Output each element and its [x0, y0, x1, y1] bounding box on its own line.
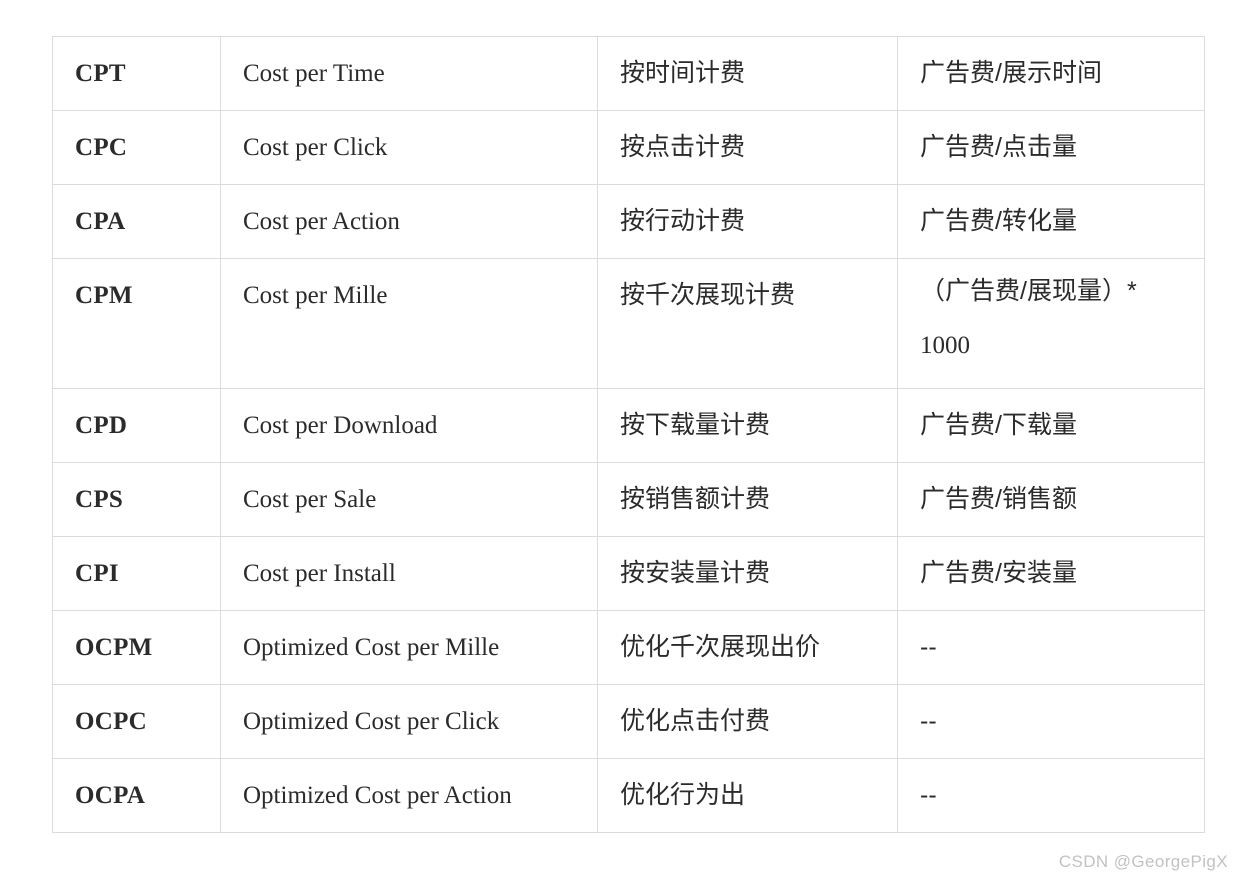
table-row: CPM Cost per Mille 按千次展现计费 （广告费/展现量）* 10… — [52, 258, 1205, 389]
cell-formula: 广告费/下载量 — [897, 388, 1205, 463]
cell-chinese-name: 优化点击付费 — [597, 684, 898, 759]
cell-formula: -- — [897, 610, 1205, 685]
cell-full-name: Cost per Click — [220, 110, 598, 185]
cell-full-name: Cost per Time — [220, 36, 598, 111]
cell-formula: （广告费/展现量）* 1000 — [897, 258, 1205, 389]
table-row: CPD Cost per Download 按下载量计费 广告费/下载量 — [52, 388, 1205, 463]
cell-full-name: Optimized Cost per Mille — [220, 610, 598, 685]
table-body: CPT Cost per Time 按时间计费 广告费/展示时间 CPC Cos… — [52, 36, 1205, 833]
cell-abbr: OCPM — [52, 610, 221, 685]
watermark: CSDN @GeorgePigX — [1058, 852, 1228, 871]
cell-full-name: Optimized Cost per Click — [220, 684, 598, 759]
cell-abbr: CPD — [52, 388, 221, 463]
table-row: CPT Cost per Time 按时间计费 广告费/展示时间 — [52, 36, 1205, 111]
cell-abbr: CPT — [52, 36, 221, 111]
cell-abbr: CPS — [52, 462, 221, 537]
table-row: CPI Cost per Install 按安装量计费 广告费/安装量 — [52, 536, 1205, 611]
formula-line-2: 1000 — [920, 331, 970, 359]
table-row: OCPA Optimized Cost per Action 优化行为出 -- — [52, 758, 1205, 833]
table-row: CPC Cost per Click 按点击计费 广告费/点击量 — [52, 110, 1205, 185]
cell-abbr: CPA — [52, 184, 221, 259]
formula-line-1: （广告费/展现量）* — [920, 277, 1137, 305]
cell-abbr: CPI — [52, 536, 221, 611]
cell-full-name: Optimized Cost per Action — [220, 758, 598, 833]
table-row: OCPM Optimized Cost per Mille 优化千次展现出价 -… — [52, 610, 1205, 685]
table-row: CPA Cost per Action 按行动计费 广告费/转化量 — [52, 184, 1205, 259]
cell-formula: 广告费/转化量 — [897, 184, 1205, 259]
cell-chinese-name: 按点击计费 — [597, 110, 898, 185]
cell-abbr: OCPC — [52, 684, 221, 759]
cell-chinese-name: 优化千次展现出价 — [597, 610, 898, 685]
cell-abbr: OCPA — [52, 758, 221, 833]
table-row: OCPC Optimized Cost per Click 优化点击付费 -- — [52, 684, 1205, 759]
cell-abbr: CPC — [52, 110, 221, 185]
table-row: CPS Cost per Sale 按销售额计费 广告费/销售额 — [52, 462, 1205, 537]
cell-chinese-name: 按时间计费 — [597, 36, 898, 111]
cell-formula: 广告费/安装量 — [897, 536, 1205, 611]
cell-chinese-name: 按千次展现计费 — [597, 258, 898, 389]
cell-formula: 广告费/点击量 — [897, 110, 1205, 185]
cell-abbr: CPM — [52, 258, 221, 389]
cell-full-name: Cost per Install — [220, 536, 598, 611]
cell-chinese-name: 优化行为出 — [597, 758, 898, 833]
cell-chinese-name: 按行动计费 — [597, 184, 898, 259]
cell-formula: 广告费/展示时间 — [897, 36, 1205, 111]
cell-chinese-name: 按下载量计费 — [597, 388, 898, 463]
billing-models-table: CPT Cost per Time 按时间计费 广告费/展示时间 CPC Cos… — [52, 36, 1205, 833]
cell-formula: -- — [897, 684, 1205, 759]
cell-formula: -- — [897, 758, 1205, 833]
cell-formula: 广告费/销售额 — [897, 462, 1205, 537]
cell-chinese-name: 按销售额计费 — [597, 462, 898, 537]
cell-full-name: Cost per Mille — [220, 258, 598, 389]
cell-full-name: Cost per Sale — [220, 462, 598, 537]
cell-full-name: Cost per Action — [220, 184, 598, 259]
cell-full-name: Cost per Download — [220, 388, 598, 463]
billing-models-table-container: CPT Cost per Time 按时间计费 广告费/展示时间 CPC Cos… — [52, 36, 1205, 833]
cell-chinese-name: 按安装量计费 — [597, 536, 898, 611]
